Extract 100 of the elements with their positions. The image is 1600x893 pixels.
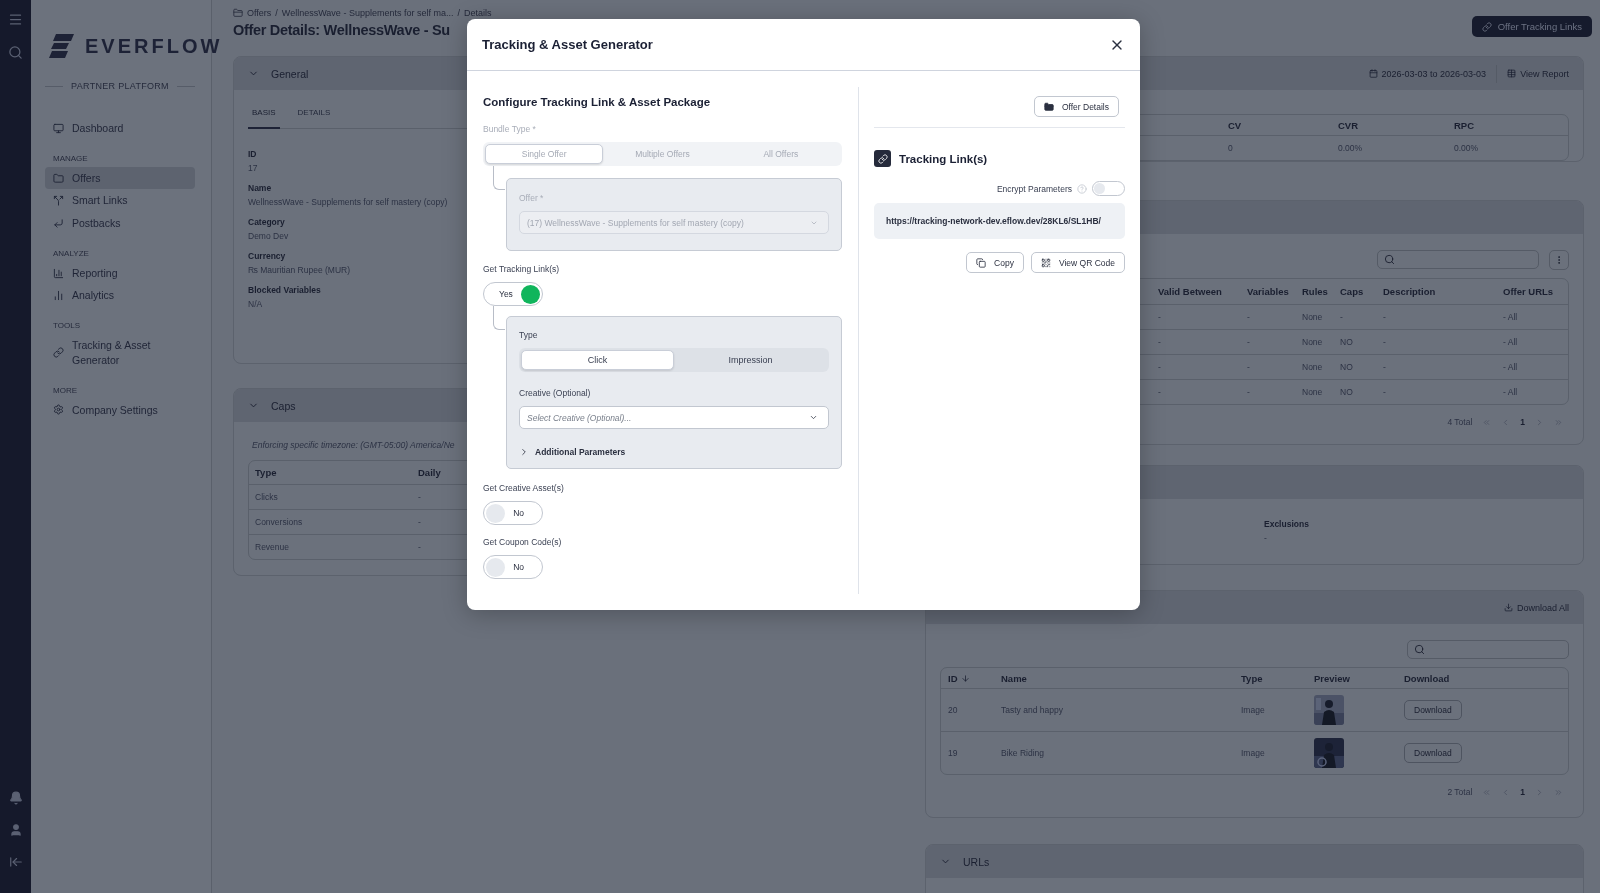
field-value: - (1264, 533, 1267, 543)
total-count: 2 Total (1447, 787, 1473, 797)
table-cell: - (418, 517, 421, 527)
breadcrumb-separator: / (457, 8, 460, 18)
column-header: CV (1228, 119, 1242, 131)
split-arrow-icon (53, 195, 64, 207)
help-icon[interactable] (1077, 183, 1087, 194)
toggle-switch[interactable]: No (483, 501, 543, 525)
download-icon (1503, 603, 1513, 612)
sidebar-item[interactable]: Smart Links (45, 189, 195, 213)
column-header: Valid Between (1158, 286, 1222, 297)
card-title: General (271, 67, 309, 80)
sidebar-item[interactable]: Postbacks (45, 212, 195, 235)
sidebar-item[interactable]: Analytics (45, 284, 195, 308)
download-button[interactable]: Download (1404, 700, 1462, 720)
column-header: RPC (1454, 119, 1475, 131)
toggle-switch[interactable]: No (483, 555, 543, 579)
search-icon[interactable] (8, 45, 23, 60)
table-cell: - (1158, 362, 1161, 372)
table-cell: Conversions (255, 517, 303, 527)
offer-details-button[interactable]: Offer Details (1033, 96, 1119, 117)
table-cell: NO (1340, 337, 1353, 347)
field-value: Demo Dev (248, 231, 289, 241)
segment-option[interactable]: Click (521, 350, 674, 370)
menu-icon[interactable] (8, 12, 23, 27)
tab[interactable]: DETAILS (293, 102, 335, 129)
toggle-switch[interactable] (1092, 181, 1125, 196)
link-icon (874, 150, 891, 167)
offer-tracking-links-button[interactable]: Offer Tracking Links (1471, 16, 1592, 37)
table-cell: - (1247, 337, 1250, 347)
breadcrumb-link[interactable]: Offers (247, 8, 272, 18)
section-heading: TOOLS (53, 321, 81, 331)
sidebar-item[interactable]: Company Settings (45, 398, 195, 422)
date-range-button[interactable]: 2026-03-03 to 2026-03-03 (1368, 68, 1487, 79)
table-cell: - (1247, 362, 1250, 372)
sidebar-item[interactable]: Reporting (45, 261, 195, 285)
link-icon (53, 347, 64, 359)
chevron-right-icon (519, 447, 529, 457)
tracking-url: https://tracking-network-dev.eflow.dev/28KL6/SL1HB/ (874, 203, 1125, 239)
additional-parameters-toggle[interactable]: Additional Parameters (519, 447, 626, 457)
creative-select[interactable]: Select Creative (Optional)... (519, 406, 829, 429)
field-label: Get Coupon Code(s) (483, 537, 562, 547)
column-header: ID (948, 672, 970, 684)
return-arrow-icon (53, 217, 64, 229)
link-icon (1481, 21, 1492, 32)
search-field[interactable] (1407, 640, 1569, 659)
collapse-icon[interactable] (8, 855, 23, 869)
section-heading: MORE (53, 385, 78, 395)
copy-button[interactable]: Copy (966, 252, 1024, 273)
table-cell: None (1302, 312, 1323, 322)
table-cell: - (418, 492, 421, 502)
folder-icon (53, 172, 64, 184)
column-header: Caps (1340, 286, 1364, 297)
search-icon (1384, 254, 1395, 265)
sidebar-item[interactable]: Dashboard (45, 117, 195, 140)
modal-title: Tracking & Asset Generator (482, 37, 653, 52)
card-title: Caps (271, 399, 296, 412)
qr-code-button[interactable]: View QR Code (1030, 252, 1125, 273)
user-icon[interactable] (8, 823, 23, 837)
field-label: Encrypt Parameters (996, 183, 1072, 194)
column-header: Name (1001, 672, 1027, 684)
sidebar-item[interactable]: Tracking & Asset Generator (45, 334, 195, 372)
view-report-link[interactable]: View Report (1507, 68, 1569, 79)
table-cell: NO (1340, 362, 1353, 372)
table-cell: Revenue (255, 542, 290, 552)
field-label: ID (248, 149, 257, 159)
bell-icon[interactable] (8, 791, 23, 805)
connector-line (493, 306, 505, 330)
folder-icon (233, 8, 243, 18)
search-field[interactable] (1377, 250, 1539, 269)
section-title: Tracking Link(s) (899, 152, 988, 165)
section-heading: ANALYZE (53, 248, 90, 258)
segment-option[interactable]: Impression (674, 350, 827, 370)
search-icon (1414, 644, 1425, 655)
field-value: N/A (248, 299, 263, 309)
column-header: Type (1241, 672, 1263, 684)
section-heading: Configure Tracking Link & Asset Package (483, 96, 712, 108)
breadcrumb-link[interactable]: WellnessWave - Supplements for self ma... (281, 8, 454, 18)
column-header: Preview (1314, 672, 1350, 684)
download-button[interactable]: Download (1404, 743, 1462, 763)
column-header: Download (1404, 672, 1450, 684)
field-value: 17 (248, 163, 258, 173)
toggle-switch[interactable]: Yes (483, 282, 543, 306)
sidebar-item[interactable]: Offers (45, 166, 195, 190)
table-cell: None (1302, 362, 1323, 372)
tab[interactable]: BASIS (248, 102, 280, 129)
column-header: Daily (418, 467, 441, 478)
page-number[interactable]: 1 (1520, 417, 1525, 427)
section-heading: MANAGE (53, 153, 89, 163)
table-cell: NO (1340, 387, 1353, 397)
page-number[interactable]: 1 (1520, 787, 1525, 797)
field-label: Currency (248, 251, 286, 261)
page-title: Offer Details: WellnessWave - Su (233, 22, 451, 38)
breadcrumb-link[interactable]: Details (463, 8, 492, 18)
bar-chart-icon (53, 267, 64, 279)
more-options-button[interactable] (1549, 250, 1569, 270)
column-header: Description (1383, 286, 1436, 297)
total-count: 4 Total (1447, 417, 1473, 427)
field-label: Blocked Variables (248, 285, 321, 295)
qr-code-icon (1040, 257, 1051, 268)
